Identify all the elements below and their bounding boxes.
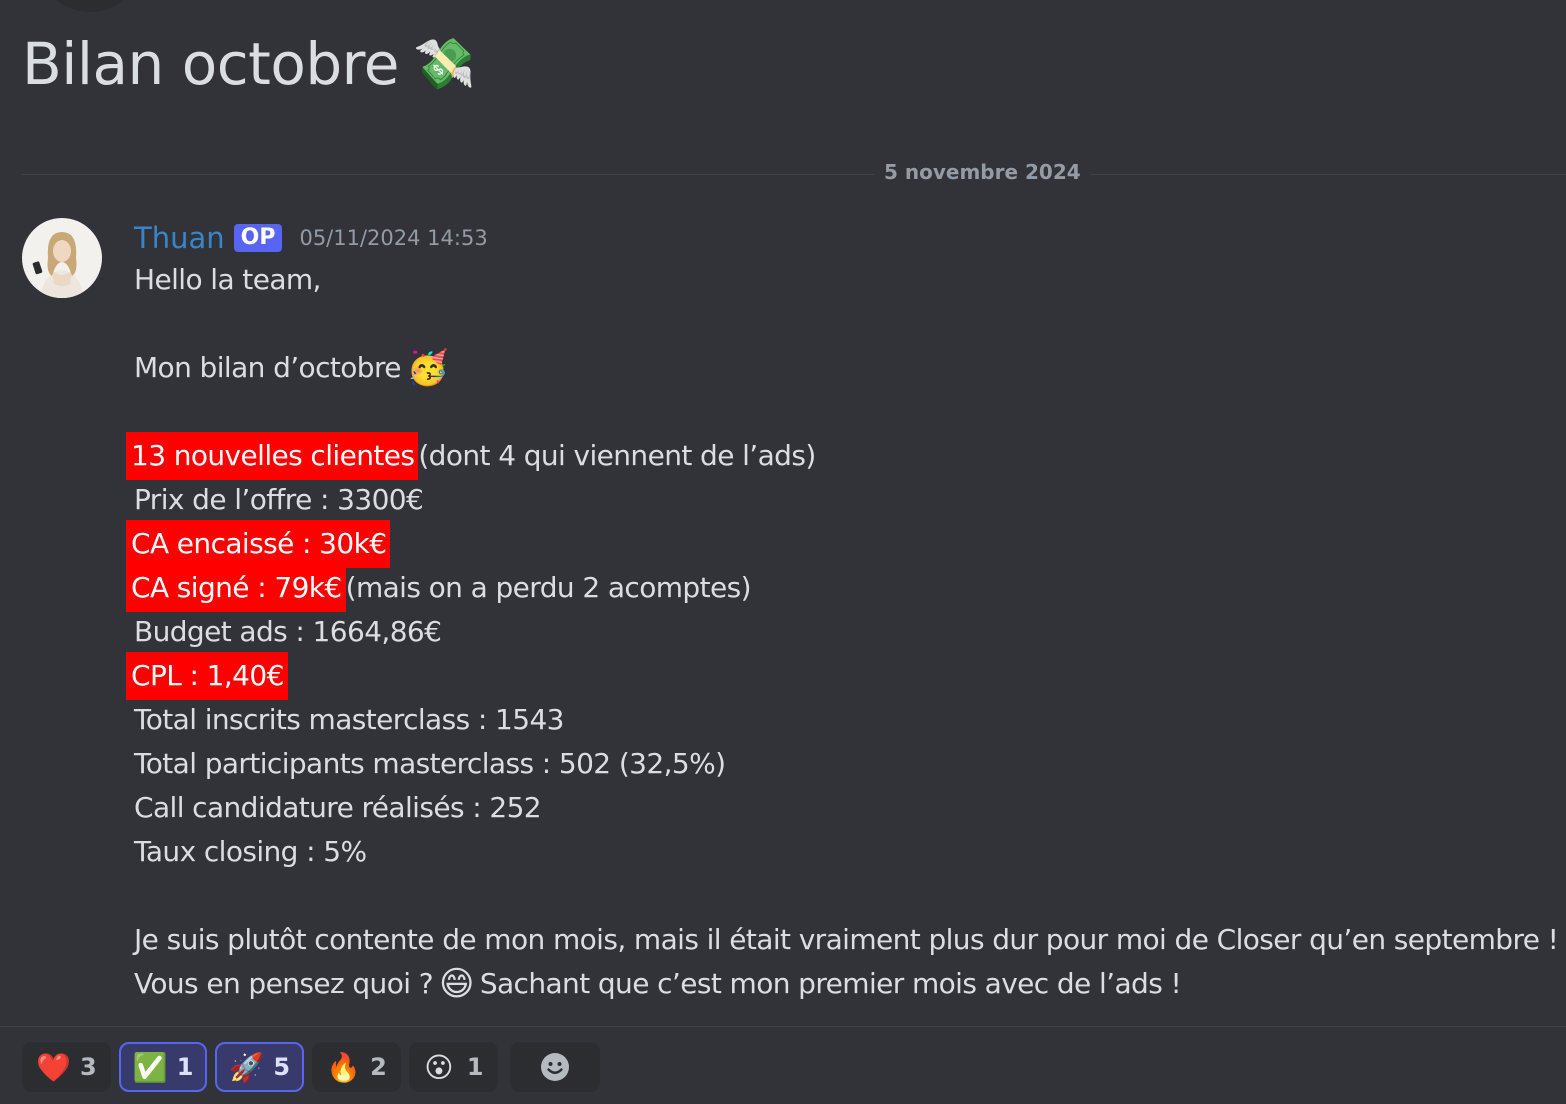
stat-text: Total participants masterclass : 502 (32… xyxy=(134,747,726,780)
stat-line: Budget ads : 1664,86€ xyxy=(134,610,1554,654)
heart-icon: ❤️ xyxy=(36,1050,71,1084)
author-avatar[interactable] xyxy=(22,218,102,298)
stat-highlight: CA signé : 79k€ xyxy=(126,564,346,612)
stat-line: Prix de l’offre : 3300€ xyxy=(134,478,1554,522)
reaction-count: 3 xyxy=(80,1053,97,1081)
reactions-bar: ❤️ 3 ✅ 1 🚀 5 🔥 2 😮 1 xyxy=(22,1042,600,1092)
reaction-heart[interactable]: ❤️ 3 xyxy=(22,1042,111,1092)
stat-text: (mais on a perdu 2 acomptes) xyxy=(345,571,752,604)
stat-text: Budget ads : 1664,86€ xyxy=(134,615,442,648)
stat-text: Call candidature réalisés : 252 xyxy=(134,791,542,824)
reaction-count: 2 xyxy=(370,1053,387,1081)
thread-title: Bilan octobre 💸 xyxy=(22,30,475,98)
message-intro-line: Mon bilan d’octobre 🥳 xyxy=(134,346,1554,390)
stat-line: Call candidature réalisés : 252 xyxy=(134,786,1554,830)
astonished-face-icon: 😮 xyxy=(424,1050,454,1084)
reaction-count: 5 xyxy=(273,1053,291,1081)
message-content: Hello la team, Mon bilan d’octobre 🥳 13 … xyxy=(126,258,1559,1006)
stat-line: CA encaissé : 30k€ xyxy=(126,520,1554,568)
stat-line: CA signé : 79k€ (mais on a perdu 2 acomp… xyxy=(126,564,1554,612)
message-header: Thuan OP 05/11/2024 14:53 xyxy=(134,218,488,258)
op-badge: OP xyxy=(233,224,283,252)
message-intro: Mon bilan d’octobre xyxy=(134,351,401,384)
stat-line: Total inscrits masterclass : 1543 xyxy=(134,698,1554,742)
stat-highlight: CA encaissé : 30k€ xyxy=(126,520,391,568)
add-reaction-button[interactable] xyxy=(509,1042,600,1092)
date-divider-line xyxy=(22,174,1566,175)
stat-line: Taux closing : 5% xyxy=(134,830,1554,874)
rocket-icon: 🚀 xyxy=(229,1050,265,1084)
stat-highlight: CPL : 1,40€ xyxy=(126,652,288,700)
stat-text: Taux closing : 5% xyxy=(134,835,367,868)
stat-line: 13 nouvelles clientes (dont 4 qui vienne… xyxy=(126,432,1554,480)
reaction-check[interactable]: ✅ 1 xyxy=(118,1042,208,1092)
reaction-fire[interactable]: 🔥 2 xyxy=(312,1042,401,1092)
grinning-face-icon: 😄 xyxy=(438,964,474,1004)
stat-text: Total inscrits masterclass : 1543 xyxy=(134,703,564,736)
smiley-face-icon xyxy=(540,1053,569,1081)
closing-line-2: Vous en pensez quoi ? 😄 Sachant que c’es… xyxy=(134,962,1554,1006)
message-greeting: Hello la team, xyxy=(134,263,321,296)
date-divider: 5 novembre 2024 xyxy=(874,160,1091,184)
reaction-rocket[interactable]: 🚀 5 xyxy=(215,1042,305,1092)
author-username[interactable]: Thuan xyxy=(134,221,225,255)
message-timestamp[interactable]: 05/11/2024 14:53 xyxy=(299,226,487,250)
money-with-wings-icon: 💸 xyxy=(412,34,475,93)
stat-highlight: 13 nouvelles clientes xyxy=(126,432,419,480)
channel-avatar xyxy=(40,0,140,12)
reactions-divider xyxy=(0,1026,1566,1027)
stat-line: CPL : 1,40€ xyxy=(126,652,1554,700)
fire-icon: 🔥 xyxy=(326,1050,361,1084)
check-mark-icon: ✅ xyxy=(132,1050,168,1084)
partying-face-icon: 🥳 xyxy=(406,348,449,388)
thread-title-text: Bilan octobre xyxy=(22,30,399,98)
closing-question: Vous en pensez quoi ? xyxy=(134,967,434,1000)
closing-line-1: Je suis plutôt contente de mon mois, mai… xyxy=(134,923,1559,956)
stat-line: Total participants masterclass : 502 (32… xyxy=(134,742,1554,786)
closing-statement: Sachant que c’est mon premier mois avec … xyxy=(479,967,1182,1000)
stat-text: (dont 4 qui viennent de l’ads) xyxy=(418,439,816,472)
reaction-astonished[interactable]: 😮 1 xyxy=(408,1042,498,1092)
reaction-count: 1 xyxy=(176,1053,194,1081)
stat-text: Prix de l’offre : 3300€ xyxy=(134,483,424,516)
reaction-count: 1 xyxy=(466,1053,484,1081)
